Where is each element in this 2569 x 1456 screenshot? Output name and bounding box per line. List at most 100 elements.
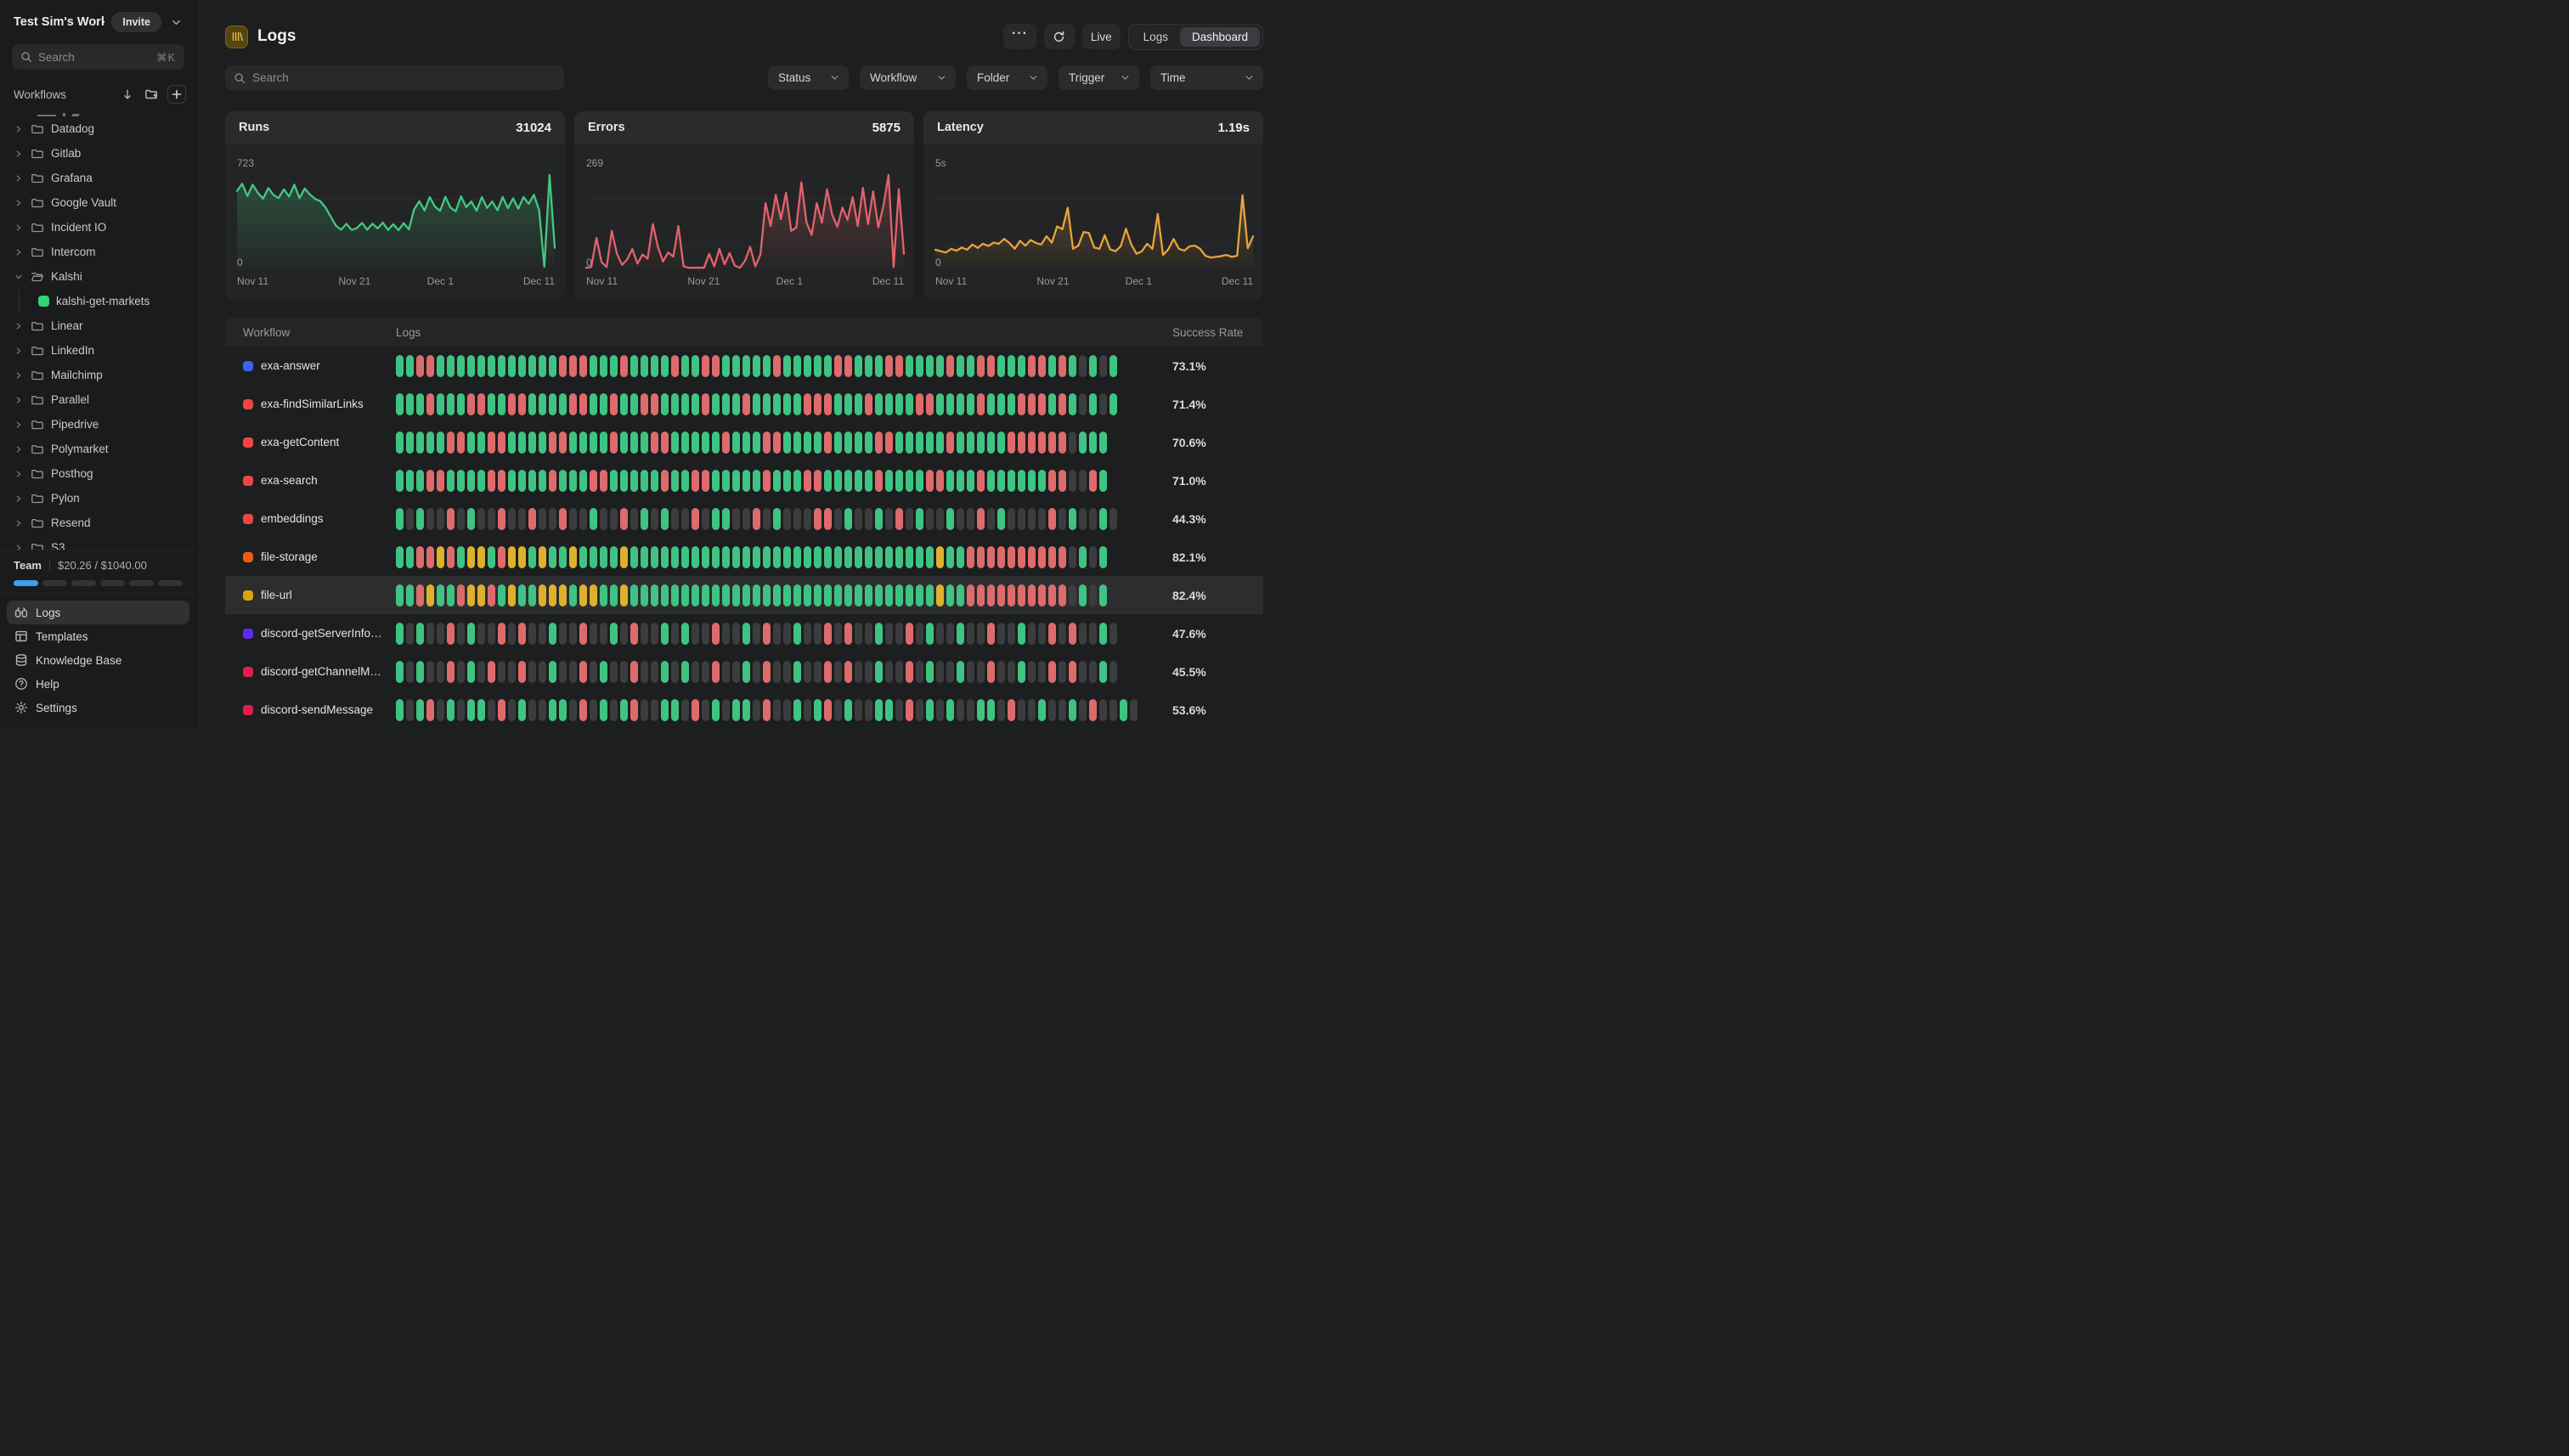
nav-item-logs[interactable]: Logs <box>7 601 189 624</box>
log-pill <box>814 699 822 721</box>
log-pill <box>875 661 883 683</box>
table-row[interactable]: discord-getServerInfo…47.6% <box>225 614 1263 652</box>
folder-item[interactable]: Incident IO <box>7 215 189 240</box>
folder-item[interactable]: Kalshi <box>7 264 189 289</box>
folder-item[interactable]: Resend <box>7 511 189 535</box>
logs-search-input[interactable]: Search <box>225 65 564 90</box>
table-row[interactable]: embeddings44.3% <box>225 499 1263 538</box>
log-pill <box>763 355 771 377</box>
log-pill <box>1048 355 1056 377</box>
log-pill <box>1099 623 1107 645</box>
view-toggle-logs[interactable]: Logs <box>1132 27 1180 47</box>
log-pill <box>967 432 974 454</box>
column-header-workflow: Workflow <box>243 326 396 339</box>
log-pill <box>916 623 923 645</box>
add-workflow-button[interactable] <box>167 85 186 104</box>
filter-status[interactable]: Status <box>768 65 849 90</box>
log-pill <box>457 623 465 645</box>
table-row[interactable]: exa-answer73.1% <box>225 347 1263 385</box>
log-pill <box>906 584 913 607</box>
log-pill <box>630 508 638 530</box>
folder-item[interactable]: Datadog <box>7 116 189 141</box>
sort-descending-icon[interactable] <box>120 87 135 102</box>
log-pill <box>590 623 597 645</box>
log-pill <box>977 508 985 530</box>
log-pill <box>1028 393 1036 415</box>
nav-item-help[interactable]: Help <box>7 672 189 696</box>
more-options-button[interactable]: ··· <box>1003 24 1036 49</box>
sidebar-search-input[interactable]: Search ⌘K <box>12 44 184 70</box>
folder-item[interactable]: Linear <box>7 313 189 338</box>
log-pill <box>957 546 964 568</box>
log-pill <box>1089 623 1097 645</box>
workspace-chevron-down-icon[interactable] <box>168 14 184 31</box>
folder-item[interactable]: Parallel <box>7 387 189 412</box>
log-pill <box>1059 699 1066 721</box>
table-row[interactable]: file-storage82.1% <box>225 538 1263 576</box>
log-pill <box>1018 699 1025 721</box>
log-pill <box>681 470 689 492</box>
log-pill <box>569 546 577 568</box>
folder-item[interactable]: Pipedrive <box>7 412 189 437</box>
log-pill <box>488 393 495 415</box>
filter-trigger[interactable]: Trigger <box>1059 65 1139 90</box>
log-pills <box>396 508 1172 530</box>
workflow-name: exa-answer <box>261 359 320 372</box>
nav-item-settings[interactable]: Settings <box>7 696 189 720</box>
log-pill <box>865 470 872 492</box>
folder-item[interactable]: S3 <box>7 535 189 550</box>
table-row[interactable]: exa-getContent70.6% <box>225 423 1263 461</box>
chart-zone: 2690Nov 11Nov 21Dec 1Dec 11 <box>574 144 914 300</box>
folder-item[interactable]: Mailchimp <box>7 363 189 387</box>
log-pill <box>793 432 801 454</box>
folder-item[interactable]: Gitlab <box>7 141 189 166</box>
chevron-right-icon <box>14 150 24 158</box>
table-row[interactable]: discord-getChannelM…45.5% <box>225 652 1263 691</box>
log-pill <box>773 508 781 530</box>
nav-item-templates[interactable]: Templates <box>7 624 189 648</box>
new-folder-icon[interactable] <box>143 86 160 103</box>
folder-icon <box>31 516 44 530</box>
log-pill <box>426 393 434 415</box>
chart-zone: 7230Nov 11Nov 21Dec 1Dec 11 <box>225 144 565 300</box>
nav-item-knowledge-base[interactable]: Knowledge Base <box>7 648 189 672</box>
filter-folder[interactable]: Folder <box>967 65 1047 90</box>
table-row[interactable]: exa-findSimilarLinks71.4% <box>225 385 1263 423</box>
filter-workflow[interactable]: Workflow <box>860 65 956 90</box>
invite-button[interactable]: Invite <box>111 12 161 32</box>
folder-item[interactable]: Polymarket <box>7 437 189 461</box>
folder-item[interactable]: Pylon <box>7 486 189 511</box>
workflow-item[interactable]: kalshi-get-markets <box>7 289 189 313</box>
log-pill <box>1069 432 1076 454</box>
folder-item[interactable]: Grafana <box>7 166 189 190</box>
chart-plot <box>237 175 555 268</box>
log-pill <box>620 393 628 415</box>
view-toggle-dashboard[interactable]: Dashboard <box>1180 27 1260 47</box>
table-row[interactable]: discord-sendMessage53.6% <box>225 691 1263 729</box>
folder-item[interactable]: LinkedIn <box>7 338 189 363</box>
log-pill <box>539 584 546 607</box>
table-row[interactable]: file-url82.4% <box>225 576 1263 614</box>
log-pill <box>630 699 638 721</box>
folder-item[interactable]: Intercom <box>7 240 189 264</box>
log-pill <box>702 623 709 645</box>
tree-guide-line <box>19 289 20 313</box>
refresh-button[interactable] <box>1044 24 1075 49</box>
log-pill <box>426 546 434 568</box>
log-pill <box>967 584 974 607</box>
log-pill <box>946 699 954 721</box>
live-button[interactable]: Live <box>1082 24 1121 49</box>
folder-icon <box>31 541 44 550</box>
filter-time[interactable]: Time <box>1150 65 1263 90</box>
log-pill <box>569 699 577 721</box>
log-pill <box>906 393 913 415</box>
log-pill <box>1099 661 1107 683</box>
folder-item[interactable]: Google Vault <box>7 190 189 215</box>
folder-item[interactable]: Posthog <box>7 461 189 486</box>
log-pill <box>508 355 516 377</box>
log-pill <box>824 470 832 492</box>
workflow-color-dot <box>243 629 253 639</box>
log-pill <box>712 584 720 607</box>
table-row[interactable]: exa-search71.0% <box>225 461 1263 499</box>
log-pill <box>926 470 934 492</box>
